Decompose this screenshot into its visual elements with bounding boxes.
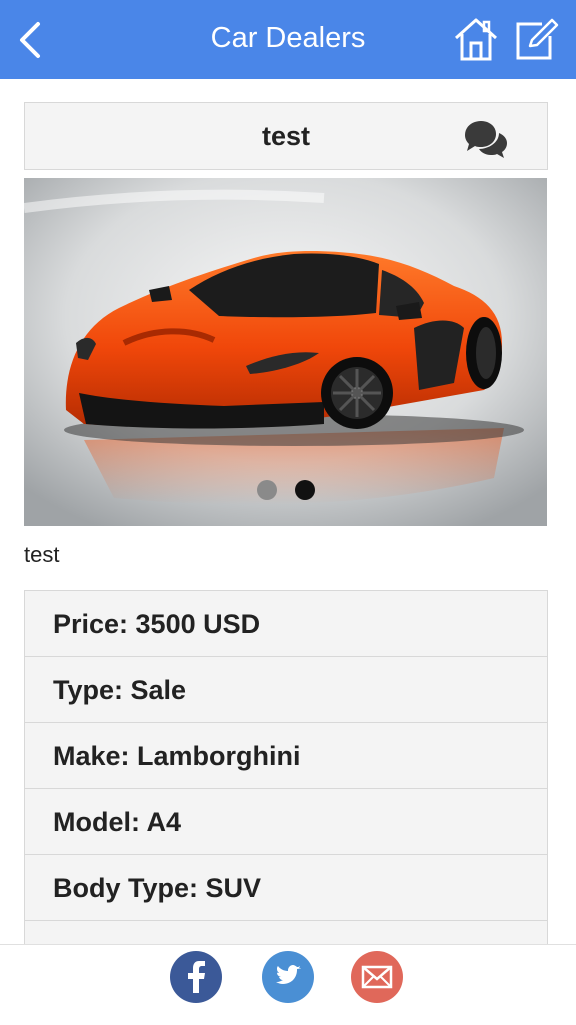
type-label: Type: Sale xyxy=(53,675,187,705)
chat-bubbles-icon[interactable] xyxy=(461,119,509,159)
carousel-dot-1[interactable] xyxy=(257,480,277,500)
home-icon[interactable] xyxy=(453,16,499,62)
edit-icon[interactable] xyxy=(514,16,560,62)
detail-row-make: Make: Lamborghini xyxy=(25,723,547,789)
image-carousel[interactable] xyxy=(24,178,547,526)
model-label: Model: A4 xyxy=(53,807,181,837)
mail-icon xyxy=(361,965,393,989)
price-label: Price: 3500 USD xyxy=(53,609,261,639)
facebook-icon xyxy=(188,961,205,993)
body-type-label: Body Type: SUV xyxy=(53,873,262,903)
listing-description: test xyxy=(24,542,60,567)
twitter-icon xyxy=(276,965,301,984)
make-label: Make: Lamborghini xyxy=(53,741,301,771)
twitter-share-button[interactable] xyxy=(262,951,314,1003)
nav-bar: Car Dealers xyxy=(0,0,576,79)
details-list: Price: 3500 USD Type: Sale Make: Lamborg… xyxy=(24,590,548,987)
facebook-share-button[interactable] xyxy=(170,951,222,1003)
email-share-button[interactable] xyxy=(351,951,403,1003)
detail-row-price: Price: 3500 USD xyxy=(25,591,547,657)
detail-row-body-type: Body Type: SUV xyxy=(25,855,547,921)
listing-title-box: test xyxy=(24,102,548,170)
share-bar xyxy=(0,944,576,1025)
detail-row-model: Model: A4 xyxy=(25,789,547,855)
car-photo xyxy=(24,178,547,526)
detail-row-type: Type: Sale xyxy=(25,657,547,723)
carousel-dot-2-active[interactable] xyxy=(295,480,315,500)
